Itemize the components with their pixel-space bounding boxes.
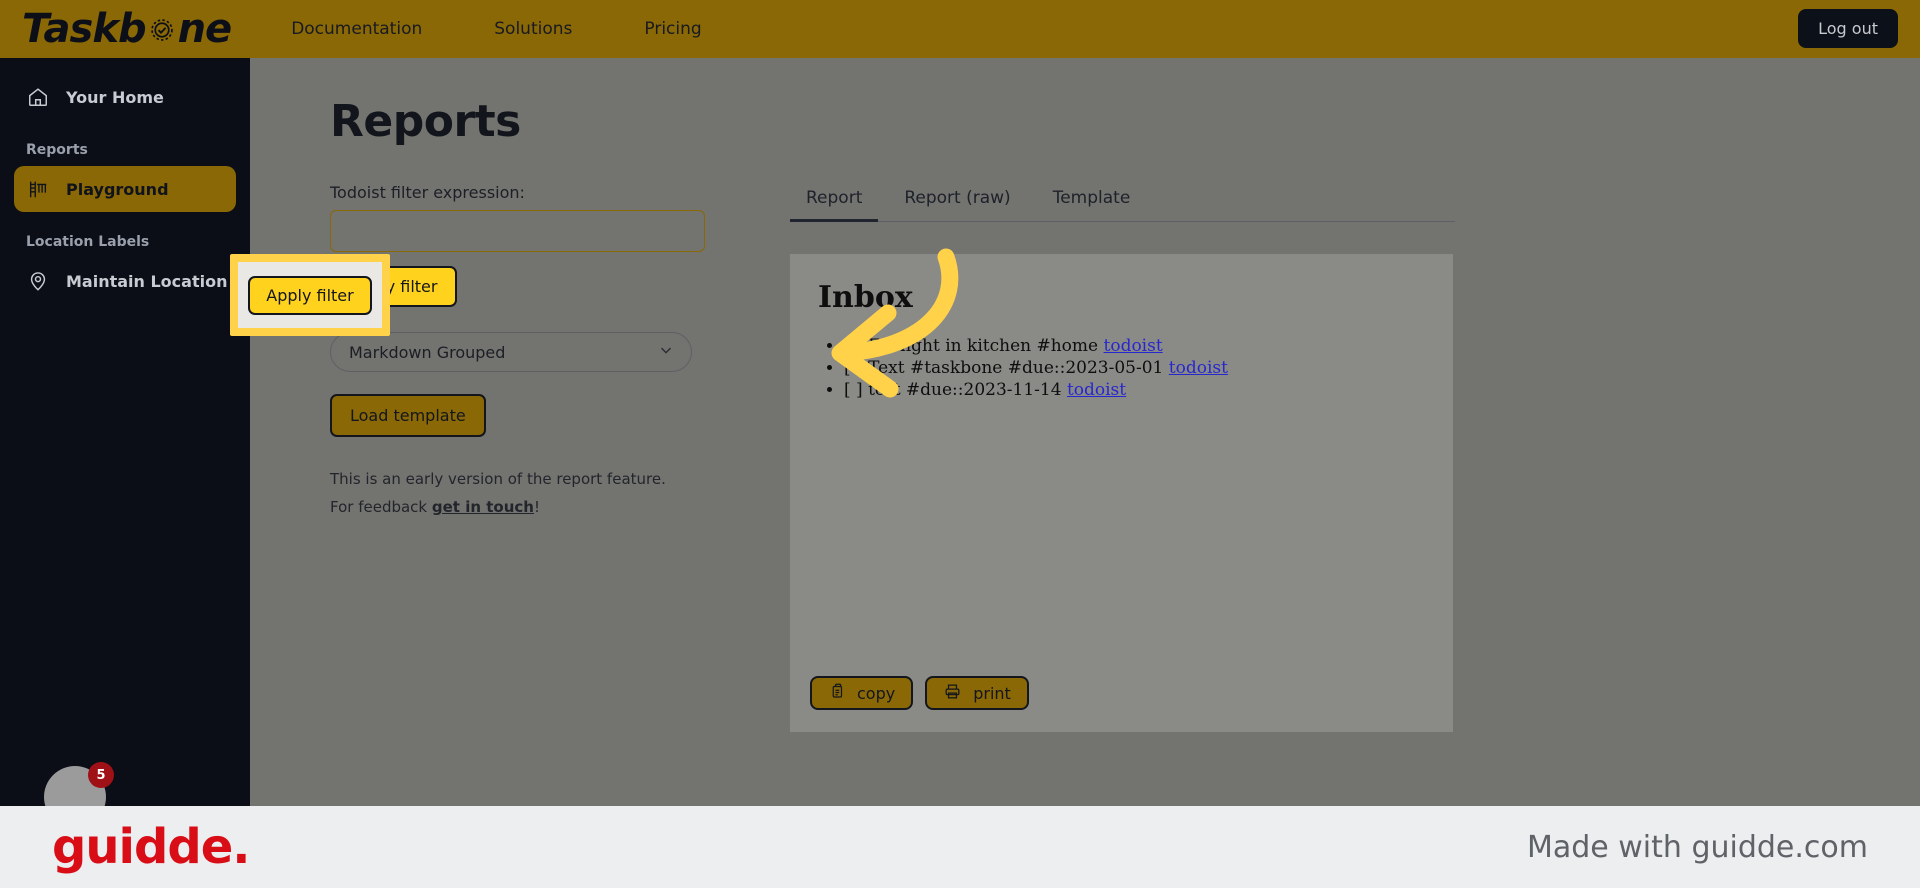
logout-button[interactable]: Log out bbox=[1798, 9, 1898, 48]
tab-report[interactable]: Report bbox=[790, 178, 878, 222]
sidebar-item-maintain-location-labels[interactable]: Maintain Location Labels bbox=[14, 258, 236, 304]
report-card-actions: copy print bbox=[810, 676, 1029, 710]
chat-unread-badge: 5 bbox=[88, 762, 114, 788]
report-body: Inbox [ ] Fix light in kitchen #home tod… bbox=[818, 280, 1425, 401]
printer-icon bbox=[943, 682, 962, 705]
get-in-touch-link[interactable]: get in touch bbox=[432, 498, 534, 516]
help-text-part2: ! bbox=[534, 498, 540, 516]
logo-text-prefix: Taskb bbox=[22, 6, 146, 52]
filter-input-label: Todoist filter expression: bbox=[330, 183, 705, 202]
sidebar-item-your-home[interactable]: Your Home bbox=[14, 74, 236, 120]
sidebar: Your Home Reports Playground Location La… bbox=[0, 58, 250, 806]
print-button[interactable]: print bbox=[925, 676, 1029, 710]
sidebar-item-playground[interactable]: Playground bbox=[14, 166, 236, 212]
list-item: [ ] Text #taskbone #due::2023-05-01 todo… bbox=[844, 357, 1425, 379]
report-output-card: Inbox [ ] Fix light in kitchen #home tod… bbox=[790, 254, 1453, 732]
list-item: [ ] test #due::2023-11-14 todoist bbox=[844, 379, 1425, 401]
nav-item-solutions[interactable]: Solutions bbox=[494, 19, 572, 39]
sidebar-section-location-labels: Location Labels bbox=[26, 234, 250, 250]
task-text: [ ] Text #taskbone #due::2023-05-01 bbox=[844, 358, 1169, 378]
tab-report-raw[interactable]: Report (raw) bbox=[888, 178, 1026, 222]
todoist-link[interactable]: todoist bbox=[1169, 358, 1228, 378]
logo-text-suffix: ne bbox=[178, 6, 232, 52]
report-feature-help-text: This is an early version of the report f… bbox=[330, 465, 690, 521]
brand-logo[interactable]: Taskb ne bbox=[22, 6, 231, 52]
primary-nav: Documentation Solutions Pricing bbox=[291, 19, 702, 39]
chevron-down-icon bbox=[657, 341, 675, 363]
made-with-guidde-text: Made with guidde.com bbox=[1527, 830, 1868, 865]
map-pin-icon bbox=[26, 269, 50, 293]
main-content: Reports Todoist filter expression: Apply… bbox=[250, 58, 1920, 806]
report-tabs: Report Report (raw) Template bbox=[790, 178, 1455, 222]
report-panel: Report Report (raw) Template Inbox [ ] F… bbox=[790, 178, 1455, 732]
task-text: [ ] test #due::2023-11-14 bbox=[844, 380, 1067, 400]
list-item: [ ] Fix light in kitchen #home todoist bbox=[844, 335, 1425, 357]
todoist-filter-input[interactable] bbox=[330, 210, 705, 252]
apply-filter-button[interactable]: Apply filter bbox=[330, 266, 457, 307]
todoist-link[interactable]: todoist bbox=[1104, 336, 1163, 356]
template-select-value: Markdown Grouped bbox=[349, 343, 505, 362]
report-heading: Inbox bbox=[818, 280, 1425, 315]
sidebar-item-label: Your Home bbox=[66, 88, 164, 107]
gear-check-icon bbox=[147, 15, 177, 45]
copy-button-label: copy bbox=[857, 684, 895, 703]
nav-item-documentation[interactable]: Documentation bbox=[291, 19, 422, 39]
report-task-list: [ ] Fix light in kitchen #home todoist [… bbox=[844, 335, 1425, 401]
page-title: Reports bbox=[330, 96, 1920, 147]
filter-form: Todoist filter expression: Apply filter … bbox=[330, 183, 705, 521]
task-text: [ ] Fix light in kitchen #home bbox=[844, 336, 1104, 356]
apply-filter-row: Apply filter bbox=[330, 266, 705, 310]
load-template-button[interactable]: Load template bbox=[330, 394, 486, 437]
guidde-footer: guidde. Made with guidde.com bbox=[0, 806, 1920, 888]
template-select[interactable]: Markdown Grouped bbox=[330, 332, 692, 372]
sidebar-section-reports: Reports bbox=[26, 142, 250, 158]
clipboard-icon bbox=[828, 682, 846, 704]
sidebar-item-label: Playground bbox=[66, 180, 169, 199]
guidde-brand-logo: guidde. bbox=[52, 819, 250, 875]
copy-button[interactable]: copy bbox=[810, 676, 913, 710]
playground-icon bbox=[26, 177, 50, 201]
top-navbar: Taskb ne Documentation Solutions Pricing… bbox=[0, 0, 1920, 58]
print-button-label: print bbox=[973, 684, 1011, 703]
app-root: Taskb ne Documentation Solutions Pricing… bbox=[0, 0, 1920, 888]
nav-item-pricing[interactable]: Pricing bbox=[644, 19, 701, 39]
todoist-link[interactable]: todoist bbox=[1067, 380, 1126, 400]
home-icon bbox=[26, 85, 50, 109]
tab-template[interactable]: Template bbox=[1037, 178, 1147, 222]
